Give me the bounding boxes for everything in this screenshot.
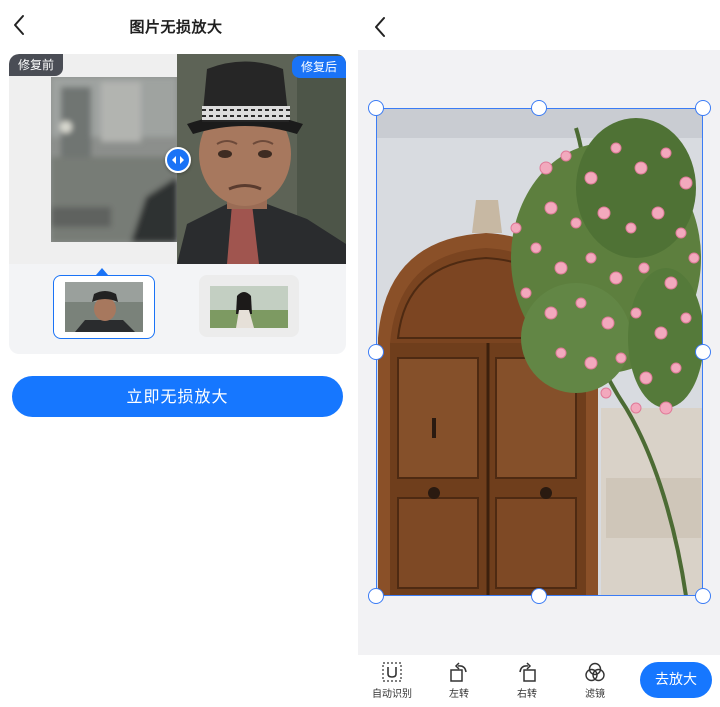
crop-handle-top-left[interactable]	[368, 100, 384, 116]
back-chevron-icon[interactable]	[369, 12, 391, 42]
after-image	[177, 54, 346, 264]
selected-indicator	[96, 268, 108, 275]
go-enlarge-button[interactable]: 去放大	[640, 662, 712, 698]
thumbnail-image	[210, 286, 288, 328]
before-after-preview: 修复前 修复后	[9, 54, 346, 264]
thumbnail-woman[interactable]	[199, 275, 299, 337]
rotate-left-icon	[450, 662, 467, 682]
auto-detect-tool[interactable]: 自动识别	[364, 659, 420, 707]
left-screen: 图片无损放大 修复前 修复后 立即无损放大	[0, 0, 352, 706]
after-badge: 修复后	[291, 56, 346, 78]
compare-slider-handle[interactable]	[165, 147, 191, 173]
filter-tool[interactable]: 滤镜	[567, 659, 623, 707]
crop-frame[interactable]	[376, 108, 703, 596]
crop-handle-top-right[interactable]	[695, 100, 711, 116]
rotate-right-icon	[519, 662, 536, 682]
filter-icon	[585, 662, 605, 682]
auto-detect-icon	[382, 662, 402, 682]
crop-handle-top[interactable]	[531, 100, 547, 116]
page-title: 图片无损放大	[129, 18, 223, 36]
split-arrows-icon	[172, 156, 184, 164]
before-badge: 修复前	[9, 54, 64, 76]
bottom-toolbar: 自动识别 左转 右转 滤镜 去放大	[358, 655, 720, 706]
filter-label: 滤镜	[585, 689, 605, 700]
rotate-right-label: 右转	[517, 689, 537, 700]
crop-handle-bottom[interactable]	[531, 588, 547, 604]
before-image	[51, 77, 177, 242]
rotate-left-tool[interactable]: 左转	[431, 659, 487, 707]
thumbnail-old-man[interactable]	[53, 275, 155, 339]
crop-handle-bottom-left[interactable]	[368, 588, 384, 604]
thumbnail-image	[65, 282, 143, 332]
right-screen: 自动识别 左转 右转 滤镜 去放大	[358, 0, 720, 706]
compare-card: 修复前 修复后	[9, 54, 346, 354]
crop-handle-left[interactable]	[368, 344, 384, 360]
crop-handle-bottom-right[interactable]	[695, 588, 711, 604]
sample-thumbnails	[9, 264, 346, 354]
rotate-right-tool[interactable]: 右转	[499, 659, 555, 707]
rotate-left-label: 左转	[449, 689, 469, 700]
auto-detect-label: 自动识别	[372, 689, 412, 700]
enlarge-now-button[interactable]: 立即无损放大	[12, 376, 343, 417]
edit-canvas	[358, 50, 720, 655]
crop-handle-right[interactable]	[695, 344, 711, 360]
